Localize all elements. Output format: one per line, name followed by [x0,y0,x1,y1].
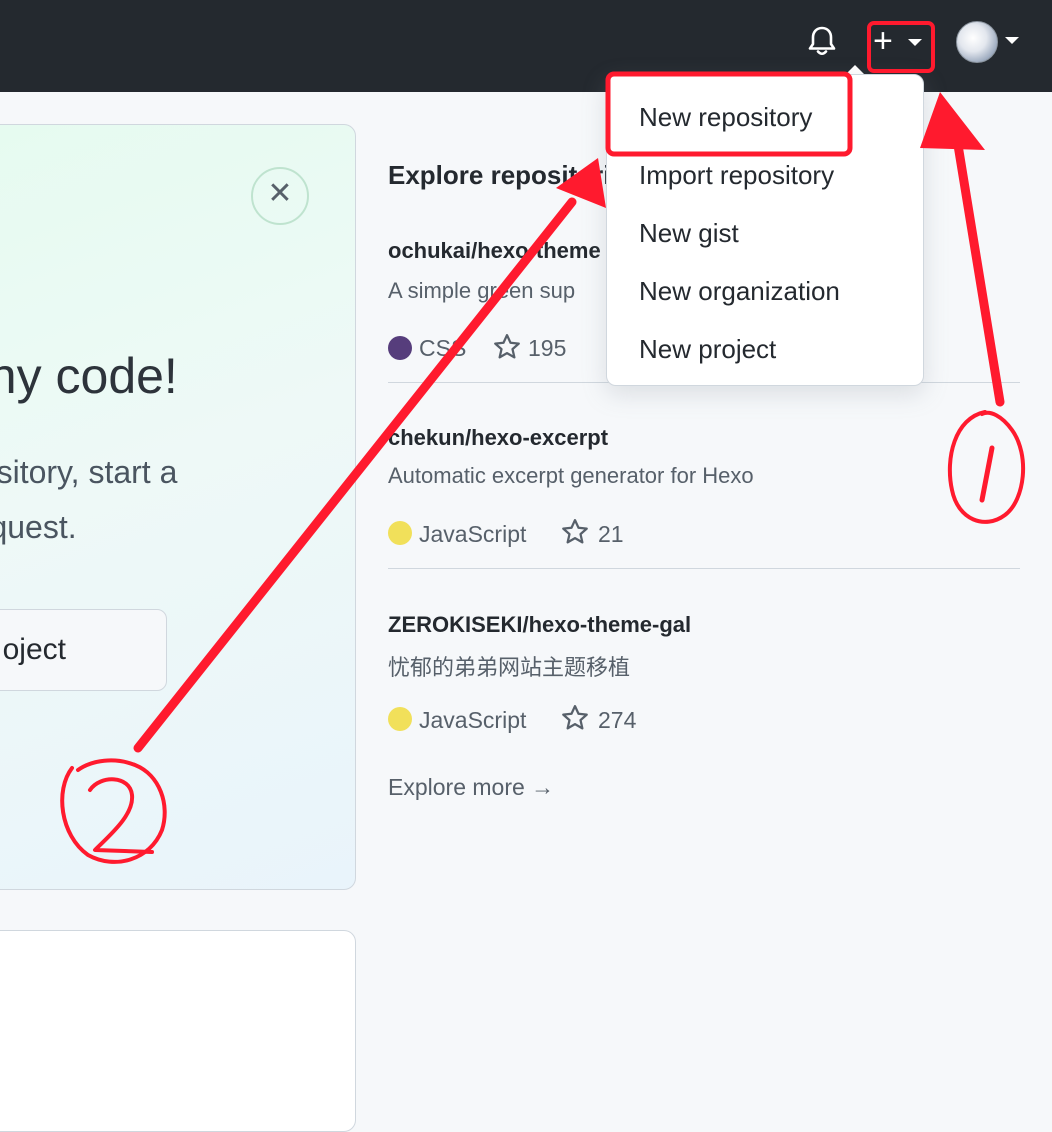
menu-item-new-organization[interactable]: New organization [639,266,909,316]
menu-item-new-project[interactable]: New project [639,324,909,374]
welcome-card: ✕ any code! pository, start a request. o… [0,124,356,890]
bell-icon-glyph [808,26,836,56]
welcome-action-button-label: oject [2,633,66,666]
repo-name-link[interactable]: ochukai/hexo-theme [388,238,601,264]
welcome-text-line-2: request. [0,509,77,545]
explore-repositories-title: Explore repositories [388,160,640,190]
star-icon[interactable] [560,517,590,547]
menu-item-new-gist[interactable]: New gist [639,208,909,258]
repo-name-link[interactable]: chekun/hexo-excerpt [388,425,608,451]
create-new-dropdown-button[interactable]: + [870,24,930,64]
language-color-dot [388,521,412,545]
annotation-step-1-label [979,445,995,503]
language-color-dot [388,336,412,360]
annotation-arrow-1 [953,140,1005,407]
menu-item-import-repository[interactable]: Import repository [639,150,909,200]
repo-description: 忧郁的弟弟网站主题移植 [388,655,631,680]
welcome-title: any code! [0,348,178,404]
welcome-action-button[interactable]: oject [0,609,167,691]
repo-star-count[interactable]: 21 [598,521,624,548]
repo-language: JavaScript [419,521,527,547]
avatar-caret-down-icon[interactable] [1005,37,1019,44]
star-icon[interactable] [492,332,522,362]
caret-down-icon [908,39,922,46]
annotation-circle-1 [947,410,1026,524]
welcome-text: pository, start a request. [0,445,177,555]
repo-language: JavaScript [419,707,527,733]
menu-item-new-repository[interactable]: New repository [639,92,909,142]
user-avatar[interactable] [956,21,998,63]
repo-description: Automatic excerpt generator for Hexo [388,463,754,488]
close-button[interactable]: ✕ [251,167,309,225]
repo-star-count[interactable]: 274 [598,707,636,734]
language-color-dot [388,707,412,731]
create-new-dropdown-menu: New repository Import repository New gis… [606,74,924,386]
welcome-text-line-1: pository, start a [0,454,178,490]
bell-icon[interactable] [805,24,839,58]
repo-description: A simple green sup [388,278,576,303]
explore-more-link[interactable]: Explore more → [388,774,554,801]
divider [388,568,1020,569]
star-icon[interactable] [560,703,590,733]
secondary-card [0,930,356,1132]
repo-star-count[interactable]: 195 [528,335,566,362]
repo-name-link[interactable]: ZEROKISEKI/hexo-theme-gal [388,612,691,638]
repo-language: CSS [419,335,467,361]
annotation-arrowhead-1 [920,92,985,150]
plus-icon: + [873,22,893,60]
